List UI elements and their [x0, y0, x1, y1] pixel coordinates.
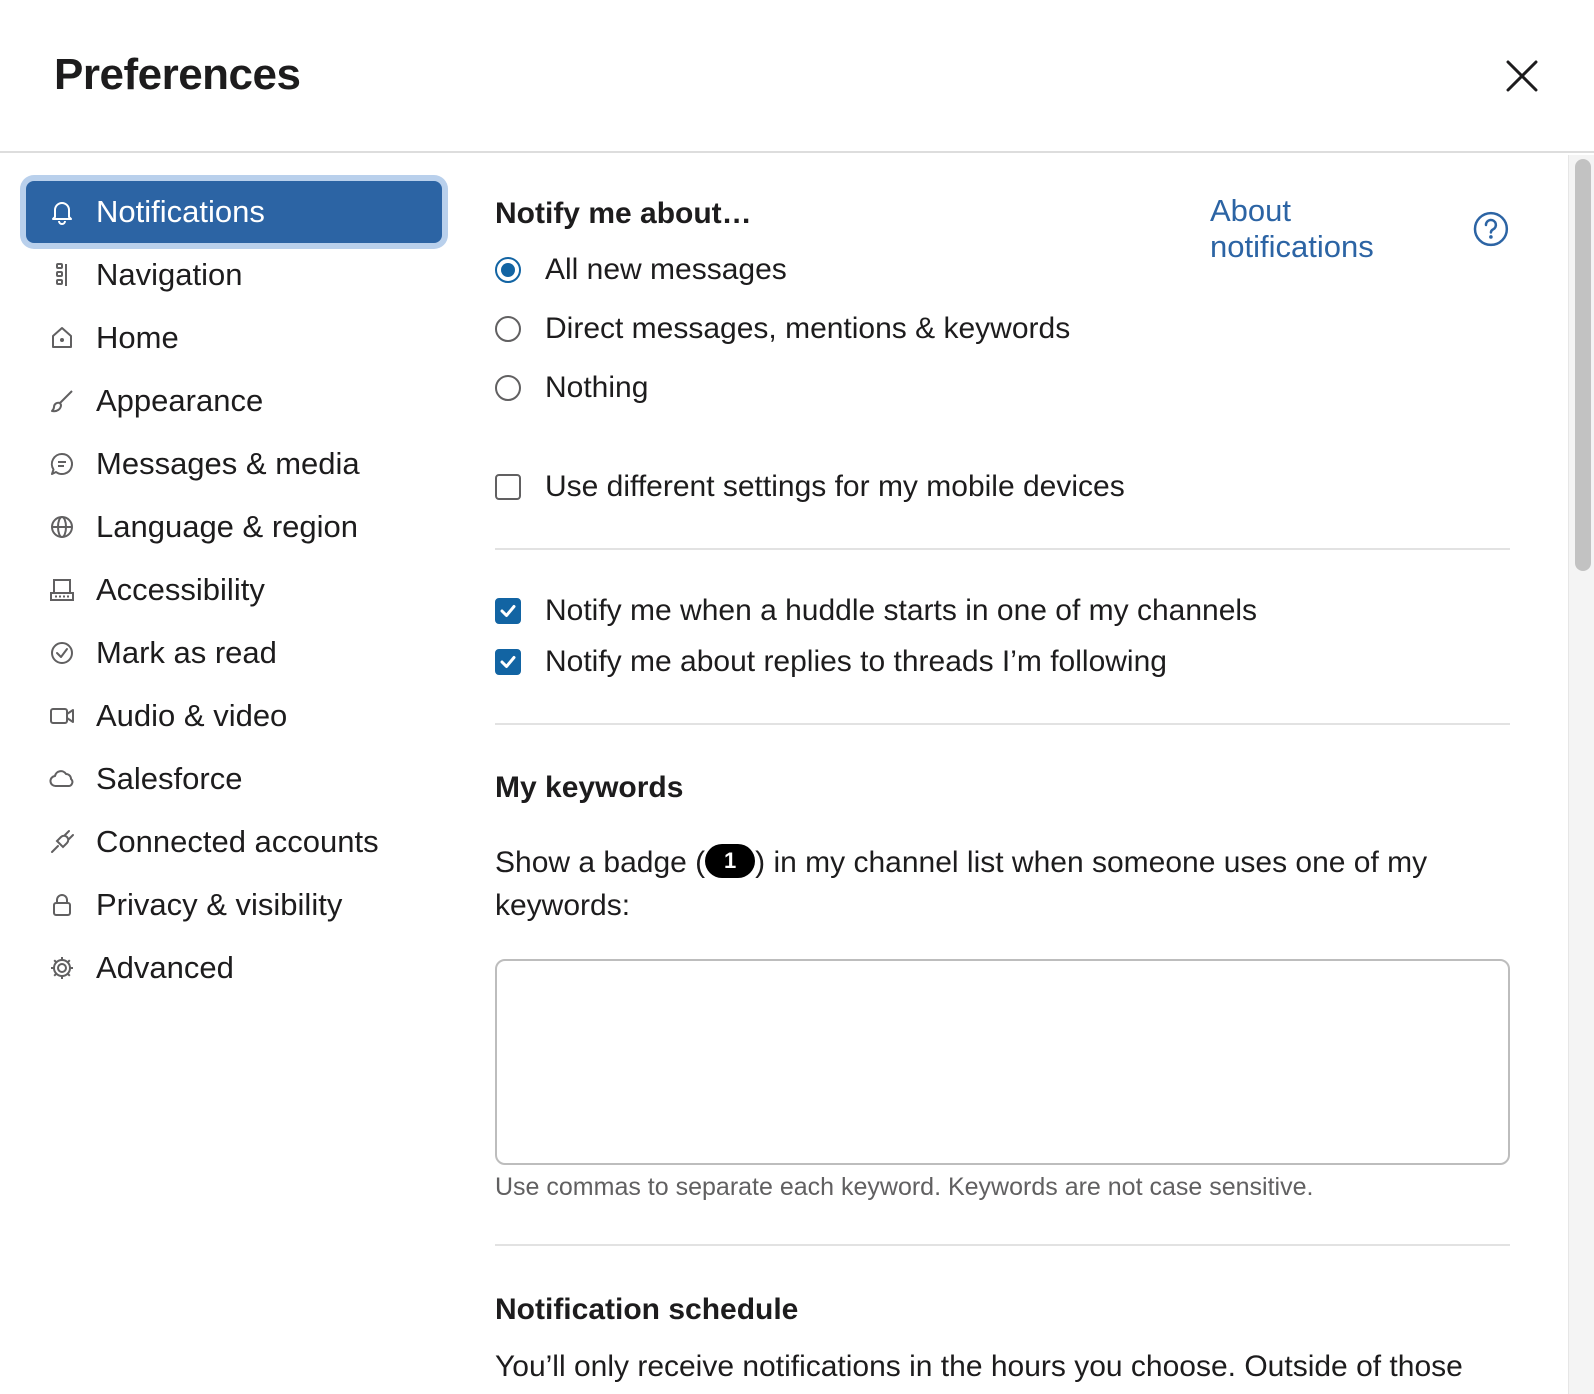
dialog-header: Preferences	[0, 0, 1594, 153]
notify-section-title: Notify me about…	[495, 197, 752, 230]
checkbox[interactable]	[495, 474, 521, 500]
preferences-sidebar: Notifications Navigation Home Appearance…	[0, 155, 460, 1394]
divider	[495, 723, 1510, 725]
threads-checkbox[interactable]: Notify me about replies to threads I’m f…	[495, 640, 1167, 684]
schedule-section-title: Notification schedule	[495, 1293, 799, 1326]
sidebar-item-label: Messages & media	[96, 446, 360, 481]
checkmark-icon	[500, 656, 516, 668]
keywords-description: Show a badge (1) in my channel list when…	[495, 841, 1495, 927]
message-icon	[48, 450, 76, 478]
sidebar-item-navigation[interactable]: Navigation	[26, 244, 442, 306]
keywords-input[interactable]	[495, 959, 1510, 1165]
badge-example: 1	[705, 844, 756, 879]
radio-nothing[interactable]: Nothing	[495, 366, 648, 410]
sidebar-item-audio-video[interactable]: Audio & video	[26, 685, 442, 747]
radio-button[interactable]	[495, 257, 521, 283]
divider	[495, 548, 1510, 550]
sidebar-item-label: Connected accounts	[96, 824, 379, 859]
sidebar-item-label: Privacy & visibility	[96, 887, 343, 922]
close-icon	[1506, 60, 1538, 92]
cloud-icon	[48, 765, 76, 793]
sidebar-item-label: Audio & video	[96, 698, 288, 733]
sidebar-item-label: Mark as read	[96, 635, 277, 670]
radio-label: All new messages	[545, 253, 787, 286]
sidebar-item-connected-accounts[interactable]: Connected accounts	[26, 811, 442, 873]
sidebar-item-label: Appearance	[96, 383, 264, 418]
scrollbar-thumb[interactable]	[1575, 159, 1591, 571]
keywords-section-title: My keywords	[495, 771, 684, 804]
sidebar-item-advanced[interactable]: Advanced	[26, 937, 442, 999]
schedule-description: You’ll only receive notifications in the…	[495, 1350, 1463, 1383]
radio-button[interactable]	[495, 375, 521, 401]
home-icon	[48, 324, 76, 352]
radio-label: Direct messages, mentions & keywords	[545, 312, 1071, 345]
sidebar-item-notifications[interactable]: Notifications	[26, 181, 442, 243]
radio-label: Nothing	[545, 371, 649, 404]
radio-direct-mentions-keywords[interactable]: Direct messages, mentions & keywords	[495, 307, 1070, 351]
checkbox-label: Notify me when a huddle starts in one of…	[545, 594, 1258, 627]
notifications-panel: Notify me about… About notifications All…	[495, 155, 1510, 1394]
paintbrush-icon	[48, 387, 76, 415]
checkbox[interactable]	[495, 649, 521, 675]
keywords-description-before: Show a badge (	[495, 846, 706, 879]
sidebar-item-label: Home	[96, 320, 179, 355]
radio-all-new-messages[interactable]: All new messages	[495, 248, 787, 292]
sidebar-item-privacy-visibility[interactable]: Privacy & visibility	[26, 874, 442, 936]
page-title: Preferences	[54, 50, 301, 99]
bell-icon	[48, 198, 76, 226]
sidebar-item-label: Advanced	[96, 950, 234, 985]
about-notifications-label: About notifications	[1210, 193, 1374, 264]
sidebar-item-salesforce[interactable]: Salesforce	[26, 748, 442, 810]
sidebar-item-accessibility[interactable]: Accessibility	[26, 559, 442, 621]
close-button[interactable]	[1500, 54, 1544, 98]
gear-icon	[48, 954, 76, 982]
sidebar-item-home[interactable]: Home	[26, 307, 442, 369]
keywords-hint: Use commas to separate each keyword. Key…	[495, 1173, 1314, 1201]
checkbox-label: Use different settings for my mobile dev…	[545, 470, 1125, 503]
mobile-settings-checkbox[interactable]: Use different settings for my mobile dev…	[495, 465, 1125, 509]
checkmark-icon	[500, 605, 516, 617]
divider	[495, 1244, 1510, 1246]
keyboard-icon	[48, 576, 76, 604]
checkbox-label: Notify me about replies to threads I’m f…	[545, 645, 1167, 678]
sidebar-item-label: Accessibility	[96, 572, 265, 607]
sidebar-item-appearance[interactable]: Appearance	[26, 370, 442, 432]
huddle-checkbox[interactable]: Notify me when a huddle starts in one of…	[495, 589, 1257, 633]
scrollbar[interactable]	[1568, 155, 1594, 1394]
sidebar-item-label: Notifications	[96, 194, 265, 229]
sidebar-item-mark-as-read[interactable]: Mark as read	[26, 622, 442, 684]
sidebar-item-messages-media[interactable]: Messages & media	[26, 433, 442, 495]
lock-icon	[48, 891, 76, 919]
checkbox[interactable]	[495, 598, 521, 624]
radio-button[interactable]	[495, 316, 521, 342]
plug-icon	[48, 828, 76, 856]
sidebar-item-label: Language & region	[96, 509, 359, 544]
help-circle-icon	[1473, 211, 1509, 247]
navigation-icon	[48, 261, 76, 289]
sidebar-item-label: Navigation	[96, 257, 243, 292]
about-notifications-link[interactable]: About notifications	[1210, 193, 1510, 265]
sidebar-item-language-region[interactable]: Language & region	[26, 496, 442, 558]
sidebar-item-label: Salesforce	[96, 761, 243, 796]
globe-icon	[48, 513, 76, 541]
video-icon	[48, 702, 76, 730]
check-circle-icon	[48, 639, 76, 667]
